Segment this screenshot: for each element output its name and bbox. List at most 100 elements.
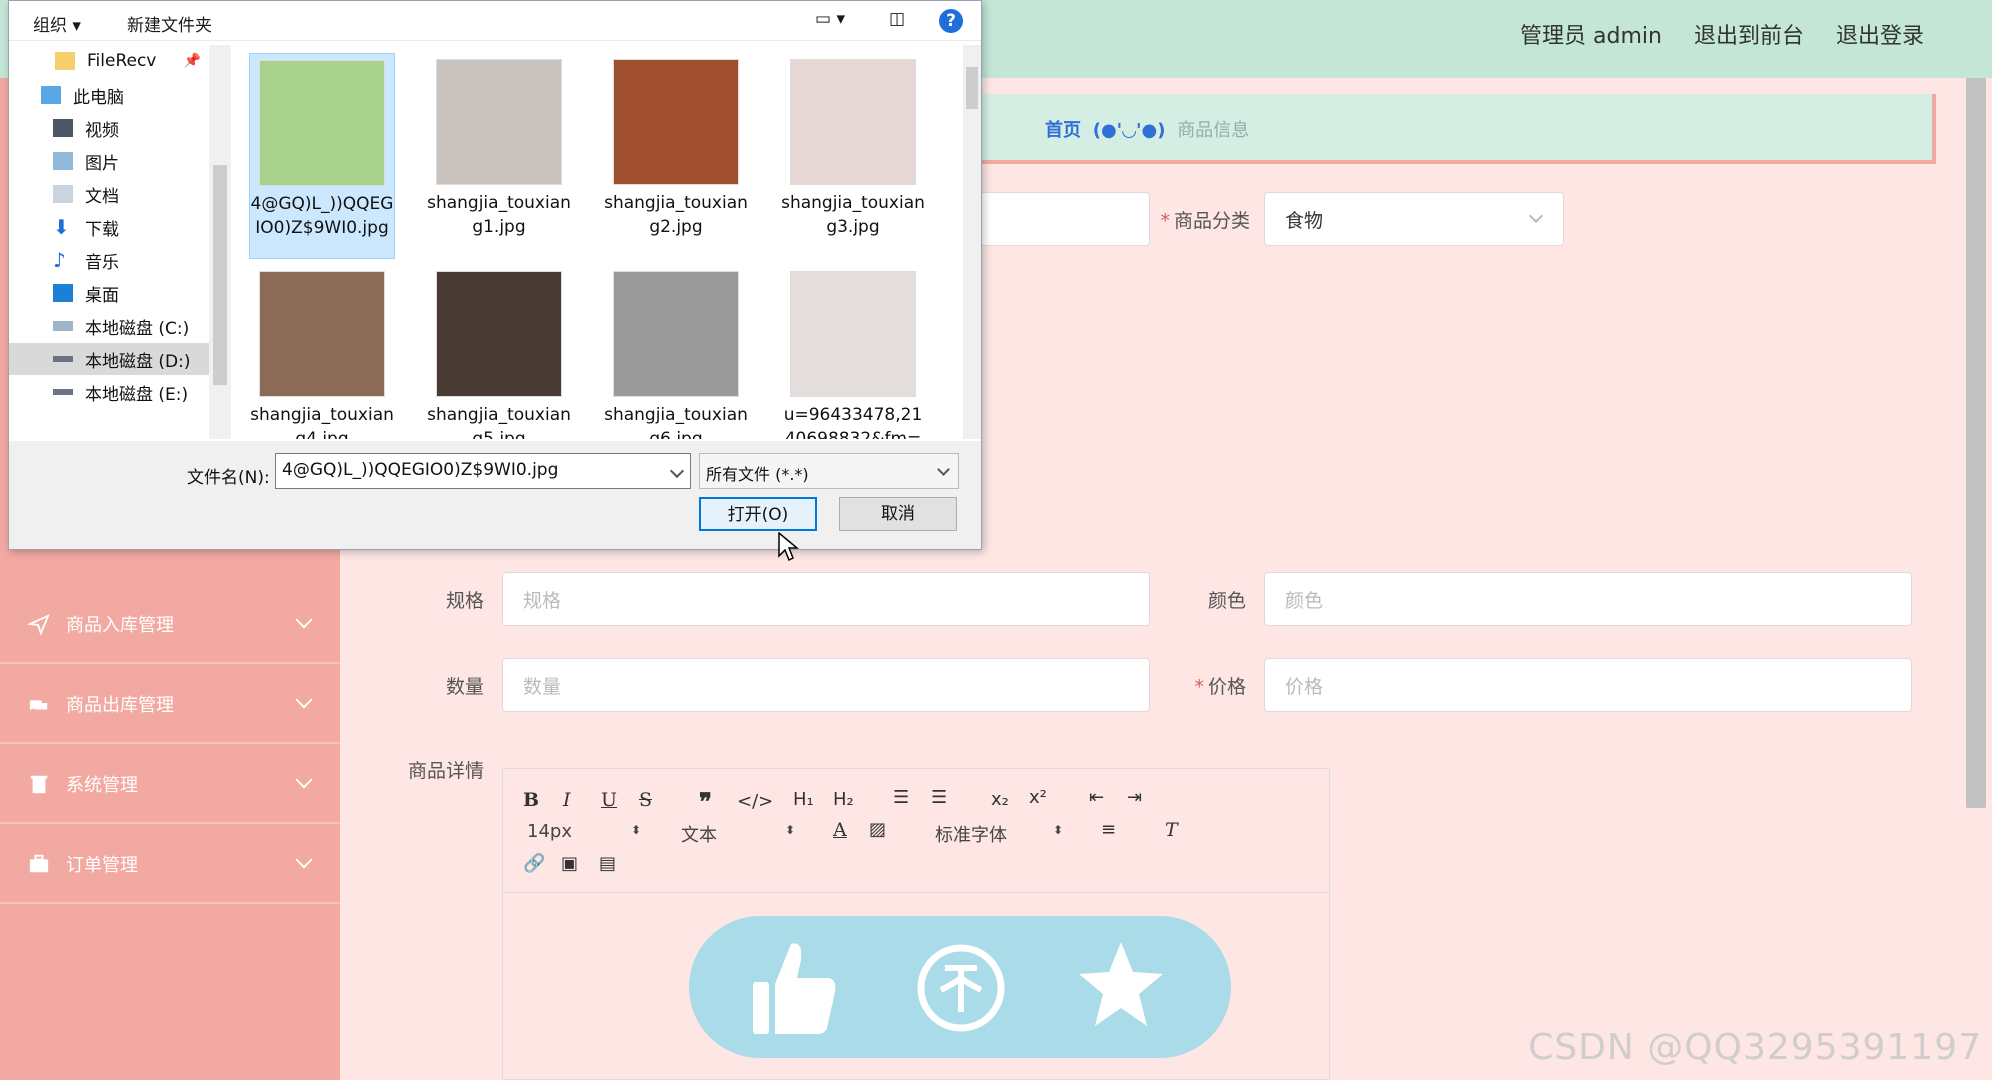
heading1-icon[interactable]: H₁: [793, 789, 814, 810]
font-size-select[interactable]: 14px ⬍: [527, 821, 643, 847]
organize-button[interactable]: 组织 ▾: [33, 11, 81, 36]
file-thumbnail: [436, 271, 562, 397]
preview-pane-icon[interactable]: ◫: [889, 9, 905, 29]
strikethrough-icon[interactable]: S: [639, 789, 652, 811]
sidebar-item-stock-in[interactable]: 商品入库管理: [0, 586, 340, 664]
tree-item-this-pc[interactable]: 此电脑: [9, 79, 209, 111]
quantity-label: 数量: [445, 676, 484, 698]
coin-icon: [917, 944, 1005, 1032]
file-item[interactable]: shangjia_touxiang4.jpg: [249, 265, 395, 439]
sidebar-item-label: 商品出库管理: [66, 695, 174, 716]
outdent-icon[interactable]: ⇤: [1089, 787, 1104, 808]
superscript-icon[interactable]: x²: [1029, 787, 1047, 808]
file-item[interactable]: shangjia_touxiang1.jpg: [426, 53, 572, 239]
tree-item-videos[interactable]: 视频: [9, 112, 209, 144]
tree-item-music[interactable]: ♪ 音乐: [9, 244, 209, 276]
code-icon[interactable]: </>: [737, 791, 773, 812]
new-folder-button[interactable]: 新建文件夹: [127, 11, 212, 36]
tree-item-drive-e[interactable]: 本地磁盘 (E:): [9, 376, 209, 408]
exit-to-front-link[interactable]: 退出到前台: [1694, 18, 1804, 50]
tree-item-drive-d[interactable]: 本地磁盘 (D:): [9, 343, 209, 375]
download-icon: ⬇: [53, 215, 70, 239]
sidebar-item-label: 系统管理: [66, 775, 138, 796]
category-select[interactable]: 食物: [1264, 192, 1564, 246]
tree-item-desktop[interactable]: 桌面: [9, 277, 209, 309]
align-icon[interactable]: ≡: [1101, 819, 1116, 840]
filetype-select[interactable]: 所有文件 (*.*): [699, 453, 959, 489]
editor-toolbar: B I U S ❞ </> H₁ H₂ ☰ ☰ x₂ x² ⇤ ⇥ 14px ⬍…: [503, 769, 1329, 893]
document-icon: [53, 185, 73, 203]
tree-item-drive-c[interactable]: 本地磁盘 (C:): [9, 310, 209, 342]
bullet-list-icon[interactable]: ☰: [931, 787, 947, 808]
clear-format-icon[interactable]: T: [1165, 819, 1178, 841]
breadcrumb-home[interactable]: 首页: [1045, 120, 1081, 141]
desktop-icon: [53, 284, 73, 302]
editor-content[interactable]: [503, 894, 1329, 1080]
text-style-value: 文本: [681, 825, 717, 846]
background-color-icon[interactable]: ▨: [869, 819, 886, 840]
help-icon[interactable]: ?: [939, 9, 963, 33]
drive-icon: [53, 321, 73, 331]
color-label: 颜色: [1207, 590, 1246, 612]
bold-icon[interactable]: B: [523, 789, 539, 811]
tree-item-downloads[interactable]: ⬇ 下载: [9, 211, 209, 243]
open-button[interactable]: 打开(O): [699, 497, 817, 531]
view-options-icon[interactable]: ▭ ▾: [815, 9, 845, 29]
heading2-icon[interactable]: H₂: [833, 789, 854, 810]
underline-icon[interactable]: U: [601, 789, 617, 811]
indent-icon[interactable]: ⇥: [1127, 787, 1142, 808]
subscript-icon[interactable]: x₂: [991, 789, 1009, 810]
file-item[interactable]: shangjia_touxiang2.jpg: [603, 53, 749, 239]
detail-label: 商品详情: [407, 760, 484, 782]
file-item[interactable]: 4@GQ)L_))QQEGIO0)Z$9WI0.jpg: [249, 53, 395, 259]
updown-icon: ⬍: [785, 823, 796, 837]
video-icon[interactable]: ▤: [599, 853, 616, 874]
filename-input[interactable]: 4@GQ)L_))QQEGIO0)Z$9WI0.jpg: [275, 453, 691, 489]
text-style-select[interactable]: 文本 ⬍: [681, 821, 797, 847]
font-color-icon[interactable]: A: [833, 819, 847, 841]
tree-item-documents[interactable]: 文档: [9, 178, 209, 210]
file-thumbnail: [613, 59, 739, 185]
link-icon[interactable]: 🔗: [523, 853, 545, 874]
filetype-value: 所有文件 (*.*): [706, 465, 809, 484]
file-item[interactable]: u=96433478,2140698832&fm=: [780, 265, 926, 439]
rich-text-editor: B I U S ❞ </> H₁ H₂ ☰ ☰ x₂ x² ⇤ ⇥ 14px ⬍…: [502, 768, 1330, 1080]
page-scrollbar[interactable]: [1966, 78, 1986, 808]
chevron-down-icon[interactable]: [669, 463, 685, 479]
quantity-input[interactable]: 数量: [502, 658, 1150, 712]
spec-input[interactable]: 规格: [502, 572, 1150, 626]
blockquote-icon[interactable]: ❞: [699, 787, 712, 816]
trash-icon: [30, 775, 48, 794]
filename-value: 4@GQ)L_))QQEGIO0)Z$9WI0.jpg: [282, 460, 559, 480]
sidebar-item-stock-out[interactable]: 商品出库管理: [0, 666, 340, 744]
file-item[interactable]: shangjia_touxiang6.jpg: [603, 265, 749, 439]
chevron-down-icon: [295, 691, 313, 709]
tree-item-label: 文档: [85, 186, 119, 207]
logout-link[interactable]: 退出登录: [1836, 18, 1924, 50]
italic-icon[interactable]: I: [563, 789, 571, 811]
cancel-button[interactable]: 取消: [839, 497, 957, 531]
image-icon[interactable]: ▣: [561, 853, 578, 874]
admin-user-link[interactable]: 管理员 admin: [1520, 18, 1662, 50]
file-open-dialog: 组织 ▾ 新建文件夹 ▭ ▾ ◫ ? FileRecv 📌 此电脑 视频 图片 …: [8, 0, 982, 550]
action-pill-image: [689, 916, 1231, 1058]
file-grid-scrollbar[interactable]: [963, 45, 981, 439]
pin-icon: 📌: [183, 53, 201, 69]
file-thumbnail: [259, 271, 385, 397]
tree-item-pictures[interactable]: 图片: [9, 145, 209, 177]
file-item[interactable]: shangjia_touxiang3.jpg: [780, 53, 926, 239]
font-family-select[interactable]: 标准字体 ⬍: [935, 821, 1065, 847]
sidebar-item-orders[interactable]: 订单管理: [0, 826, 340, 904]
ordered-list-icon[interactable]: ☰: [893, 787, 909, 808]
color-input[interactable]: 颜色: [1264, 572, 1912, 626]
sidebar-item-system[interactable]: 系统管理: [0, 746, 340, 824]
tree-item-label: 本地磁盘 (E:): [85, 384, 189, 405]
tree-item-filerecv[interactable]: FileRecv 📌: [9, 45, 209, 77]
sidebar-item-label: 商品入库管理: [66, 615, 174, 636]
price-input[interactable]: 价格: [1264, 658, 1912, 712]
breadcrumb-current: 商品信息: [1177, 120, 1250, 141]
font-size-value: 14px: [527, 821, 572, 842]
star-icon: [1079, 942, 1163, 1026]
tree-scrollbar[interactable]: [209, 45, 231, 439]
file-item[interactable]: shangjia_touxiang5.jpg: [426, 265, 572, 439]
